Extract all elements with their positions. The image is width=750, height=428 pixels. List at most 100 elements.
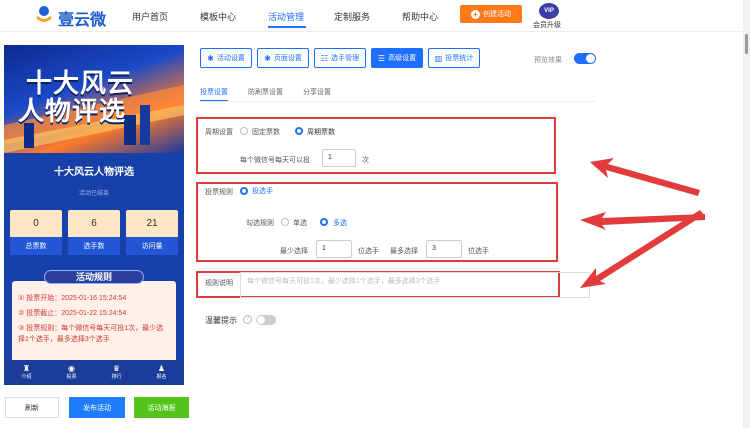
sliders-icon: ☰: [377, 53, 386, 63]
per-day-unit: 次: [362, 157, 369, 164]
tip-label: 温馨提示: [205, 316, 237, 325]
stat-label: 总票数: [10, 237, 62, 255]
tab-vote-settings[interactable]: 投票设置: [200, 87, 228, 97]
tool-button-label: 高级设置: [388, 55, 417, 62]
option-fixed-votes[interactable]: 固定票数: [252, 127, 280, 137]
tool-button-label: 页面设置: [273, 55, 302, 62]
page-settings-button[interactable]: ✱ 页面设置: [257, 48, 309, 68]
rule-description-label: 规则说明: [205, 280, 233, 287]
preview-tab-intro: ♜ 介绍: [4, 360, 49, 385]
tip-toggle[interactable]: [256, 315, 276, 325]
nav-item-custom-service[interactable]: 定制服务: [334, 10, 370, 23]
stat-value: 0: [10, 210, 62, 237]
refresh-button[interactable]: 刷新: [5, 397, 59, 418]
preview-tabbar: ♜ 介绍 ◉ 投票 ♛ 排行 ♟ 报名: [4, 360, 184, 385]
preview-tab-signup: ♟ 报名: [139, 360, 184, 385]
vote-statistics-button[interactable]: ▥ 投票统计: [428, 48, 480, 68]
tab-anti-fraud-settings[interactable]: 防刷票设置: [248, 87, 283, 97]
stat-value: 6: [68, 210, 120, 237]
stat-label: 访问量: [126, 237, 178, 255]
users-icon: ☷: [320, 53, 329, 63]
create-activity-button[interactable]: + 创建活动: [460, 5, 522, 23]
radio-vote-contestant[interactable]: [240, 187, 248, 195]
select-rule-label: 勾选规则: [246, 220, 274, 227]
per-day-votes-input[interactable]: 1: [322, 149, 356, 167]
radio-single-select[interactable]: [281, 218, 289, 226]
contestant-management-button[interactable]: ☷ 选手管理: [314, 48, 366, 68]
radio-period-votes[interactable]: [295, 127, 303, 135]
tab-share-settings[interactable]: 分享设置: [303, 87, 331, 97]
person-icon: ♟: [157, 364, 166, 373]
page-scrollbar[interactable]: [743, 0, 750, 428]
vote-rule-label: 投票规则: [205, 189, 233, 196]
preview-rules-title: 活动规则: [44, 270, 144, 284]
nav-active-indicator: [268, 26, 306, 28]
subtab-active-indicator: [200, 100, 228, 101]
rule-vote: ③ 投票规则：每个微信号每天可投1次，最少选择1个选手，最多选择3个选手: [18, 325, 164, 343]
advanced-settings-button[interactable]: ☰ 高级设置: [371, 48, 423, 68]
stat-value: 21: [126, 210, 178, 237]
rule-start: ① 投票开始：2025-01-16 15:24:54: [18, 295, 127, 302]
per-day-label: 每个微信号每天可以投: [240, 157, 310, 164]
preview-tab-label: 报名: [156, 374, 167, 380]
max-select-input[interactable]: 3: [426, 240, 462, 258]
vip-upgrade-label[interactable]: 会员升级: [533, 20, 561, 30]
preview-tab-label: 排行: [111, 374, 122, 380]
preview-rules-box: ① 投票开始：2025-01-16 15:24:54 ② 投票截止：2025-0…: [12, 281, 176, 369]
radio-multi-select[interactable]: [320, 218, 328, 226]
preview-activity-status: 活动已结束: [78, 191, 109, 197]
preview-tab-vote: ◉ 投票: [49, 360, 94, 385]
publish-activity-button[interactable]: 发布活动: [69, 397, 125, 418]
option-period-votes[interactable]: 周期票数: [307, 127, 335, 137]
brand-logo-icon: [36, 6, 52, 22]
activity-settings-button[interactable]: ✱ 活动设置: [200, 48, 252, 68]
stat-contestants: 6 选手数: [68, 210, 120, 255]
stat-visits: 21 访问量: [126, 210, 178, 255]
vote-icon: ◉: [68, 364, 75, 373]
gear-icon: ✱: [207, 53, 214, 63]
min-select-input[interactable]: 1: [316, 240, 352, 258]
tool-button-label: 投票统计: [445, 55, 474, 62]
preview-banner: 十大风云 人物评选: [4, 45, 184, 153]
create-activity-label: 创建活动: [483, 11, 511, 18]
radio-fixed-votes[interactable]: [240, 127, 248, 135]
highlight-period-settings: [196, 117, 556, 174]
stat-label: 选手数: [68, 237, 120, 255]
nav-item-home[interactable]: 用户首页: [132, 10, 168, 23]
min-select-unit: 位选手: [358, 248, 379, 255]
period-settings-label: 周期设置: [205, 129, 233, 136]
activity-poster-button[interactable]: 活动海报: [134, 397, 189, 418]
max-select-label: 最多选择: [390, 248, 418, 255]
trophy-icon: ♛: [112, 364, 121, 373]
option-multi-select[interactable]: 多选: [333, 218, 347, 228]
nav-item-templates[interactable]: 模板中心: [200, 10, 236, 23]
min-select-label: 最少选择: [280, 248, 308, 255]
preview-effect-toggle[interactable]: [574, 53, 596, 64]
preview-tab-label: 介绍: [21, 374, 32, 380]
help-icon[interactable]: ?: [243, 315, 252, 324]
top-nav-bar: 壹云微 用户首页 模板中心 活动管理 定制服务 帮助中心 + 创建活动 VIP …: [0, 0, 750, 32]
banner-title-line2: 人物评选: [18, 96, 127, 126]
building-icon: ♜: [22, 364, 31, 373]
preview-activity-title: 十大风云人物评选: [54, 167, 134, 178]
preview-tab-label: 投票: [66, 374, 77, 380]
settings-icon: ✱: [264, 53, 271, 63]
scrollbar-thumb[interactable]: [745, 34, 748, 54]
rule-description-textarea[interactable]: 每个微信号每天可投1次，最少选择1个选手，最多选择3个选手: [240, 272, 590, 298]
annotation-arrows-icon: [580, 158, 705, 288]
nav-item-activity-management[interactable]: 活动管理: [268, 10, 304, 23]
preview-effect-label: 预览效果: [534, 57, 562, 64]
brand-name: 壹云微: [58, 12, 107, 29]
plus-icon: +: [471, 9, 480, 19]
nav-item-help[interactable]: 帮助中心: [402, 10, 438, 23]
max-select-unit: 位选手: [468, 248, 489, 255]
option-vote-contestant[interactable]: 投选手: [252, 186, 273, 196]
bar-chart-icon: ▥: [434, 53, 443, 63]
tool-button-label: 选手管理: [331, 55, 360, 62]
preview-tab-ranking: ♛ 排行: [94, 360, 139, 385]
tool-button-label: 活动设置: [216, 55, 245, 62]
vip-icon[interactable]: VIP: [539, 3, 559, 19]
subtab-divider: [200, 101, 596, 102]
rule-end: ② 投票截止：2025-01-22 15:24:54: [18, 310, 127, 317]
option-single-select[interactable]: 单选: [293, 218, 307, 228]
